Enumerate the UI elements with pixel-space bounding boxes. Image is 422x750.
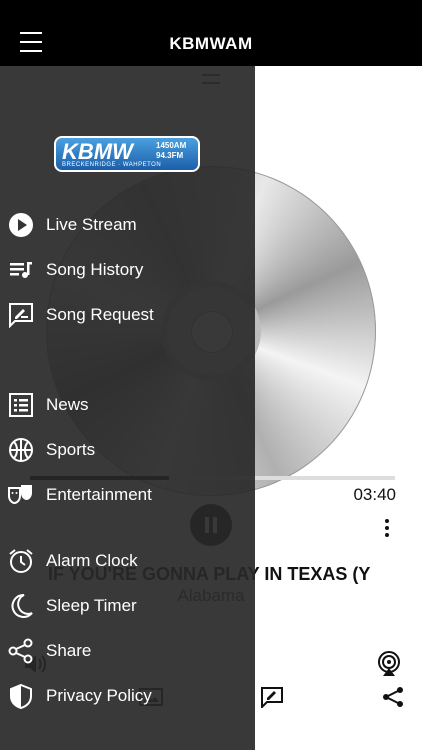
menu-item-song-request[interactable]: Song Request (0, 296, 255, 336)
alarm-icon (8, 548, 34, 574)
menu-item-sports[interactable]: Sports (0, 431, 255, 471)
moon-icon (8, 593, 34, 619)
basketball-icon (8, 437, 34, 463)
rate-review-icon (8, 302, 34, 328)
station-logo: KBMW 1450AM 94.3FM BRECKENRIDGE · WAHPET… (54, 136, 200, 172)
share-icon (8, 638, 34, 664)
queue-music-icon (8, 257, 34, 283)
more-vert-icon[interactable] (385, 519, 389, 540)
menu-item-song-history[interactable]: Song History (0, 251, 255, 291)
top-app-bar: KBMWAM (0, 0, 422, 66)
menu-item-entertainment[interactable]: Entertainment (0, 476, 255, 516)
play-circle-icon (8, 212, 34, 238)
song-request-icon[interactable] (259, 686, 285, 708)
shield-icon (8, 683, 34, 709)
list-alt-icon (8, 392, 34, 418)
menu-item-live-stream[interactable]: Live Stream (0, 206, 255, 246)
share-icon[interactable] (380, 686, 406, 708)
menu-item-sleep-timer[interactable]: Sleep Timer (0, 587, 255, 627)
menu-item-share[interactable]: Share (0, 632, 255, 672)
airplay-icon[interactable] (376, 651, 402, 677)
navigation-drawer: KBMW 1450AM 94.3FM BRECKENRIDGE · WAHPET… (0, 66, 255, 750)
menu-item-alarm-clock[interactable]: Alarm Clock (0, 542, 255, 582)
menu-item-privacy-policy[interactable]: Privacy Policy (0, 677, 255, 717)
theater-masks-icon (8, 482, 34, 508)
total-time: 03:40 (353, 485, 396, 504)
menu-item-news[interactable]: News (0, 386, 255, 426)
app-title: KBMWAM (169, 34, 253, 53)
